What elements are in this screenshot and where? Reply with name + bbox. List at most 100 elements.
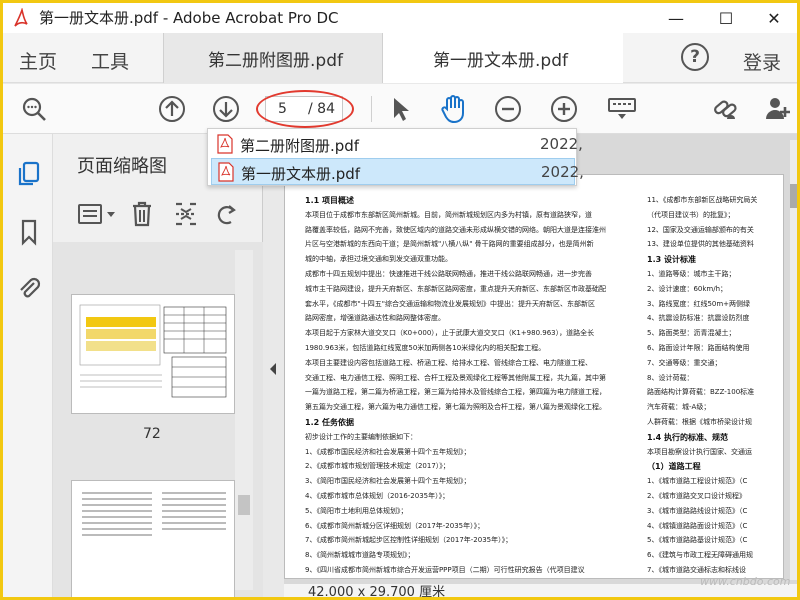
document-heading: 1.4 执行的标准、规范 <box>647 432 728 442</box>
page-thumbnail-preview <box>79 304 227 398</box>
help-icon[interactable]: ? <box>681 43 709 71</box>
document-text-line: 6、《建筑与市政工程无障碍通用规 <box>647 551 753 560</box>
document-text-line: 本项目位于成都市东部新区简州新城。目前，简州新城规划区内多为村镇，原有道路狭窄，… <box>305 210 592 219</box>
hand-icon[interactable] <box>439 94 469 124</box>
document-text-line: 1、道路等级：城市主干路； <box>647 270 736 278</box>
minimize-button[interactable]: — <box>653 3 699 33</box>
dropdown-item-text[interactable]: 第一册文本册.pdf 2022, <box>211 158 584 185</box>
document-text-line: 5、路面类型：沥青混凝土； <box>647 329 736 338</box>
document-text-line: 9、《四川省成都市简州新城市综合开发运营PPP项目（二期）可行性研究报告（代项目… <box>305 566 585 574</box>
collapse-panel-icon[interactable] <box>268 362 280 376</box>
zoom-in-icon[interactable] <box>549 94 579 124</box>
document-heading: （1）道路工程 <box>647 462 701 472</box>
dropdown-item-date: 2022, <box>540 135 583 153</box>
watermark-text: www.cnbdo.com <box>700 575 791 588</box>
tab-bar: 主页 工具 第二册附图册.pdf 第一册文本册.pdf ? 登录 <box>3 33 797 83</box>
document-text-line: 路覆盖率较低，路网不完善，致使区域内的道路交通未形成纵横交错的网络。朝阳大道是连… <box>305 225 606 234</box>
thumbnail-scrollbar-thumb[interactable] <box>238 495 250 515</box>
left-navigation-rail <box>3 134 53 597</box>
page-down-icon[interactable] <box>211 94 241 124</box>
link-icon[interactable] <box>711 94 741 124</box>
toolbar: 5 / 84 <box>3 84 797 134</box>
bookmark-icon[interactable] <box>15 218 43 246</box>
thumbnail-page-number: 72 <box>143 426 161 442</box>
thumbnail-options-icon[interactable] <box>77 202 121 230</box>
dropdown-item-atlas[interactable]: 第二册附图册.pdf 2022, <box>211 131 583 158</box>
page-thumbnail-preview <box>82 492 226 536</box>
document-text-line: 4、抗震设防标准：抗震设防烈度 <box>647 314 750 323</box>
extract-page-icon[interactable] <box>173 200 199 232</box>
page-thumbnail[interactable] <box>71 480 235 597</box>
document-text-line: 12、国家及交通运输部颁布的有关 <box>647 225 754 234</box>
document-text-line: 7、《城市道路交通标志和标线设 <box>647 566 746 574</box>
annotation-circle <box>256 90 354 128</box>
document-page: 1.1 项目概述 本项目位于成都市东部新区简州新城。目前，简州新城规划区内多为村镇… <box>284 174 784 579</box>
document-text-line: 5、《城市道路路基设计规范》（C <box>647 536 748 545</box>
zoom-icon[interactable] <box>19 94 49 124</box>
tab-label: 第二册附图册.pdf <box>208 50 343 71</box>
document-text-line: 路面结构计算荷载：BZZ-100标准 <box>647 388 755 397</box>
document-text-line: 城的中轴，承担过境交通和到发交通双重功能。 <box>305 255 452 264</box>
document-text-line: 1、《城市道路工程设计规范》（C <box>647 477 748 486</box>
document-text-line: 本项目起于方家林大道交叉口（K0+000），止于武康大道交叉口（K1+980.9… <box>305 329 595 338</box>
document-text-line: 路网密度，增强道路通达性和路网整体密度。 <box>305 314 445 323</box>
document-text-line: 11、《成都市东部新区战略研究局关 <box>647 196 758 204</box>
acrobat-app-icon <box>13 7 29 28</box>
document-text-line: 8、设计荷载： <box>647 373 694 382</box>
document-text-line: 13、建设单位提供的其他基础资料 <box>647 240 754 249</box>
toolbar-divider <box>371 96 372 122</box>
document-text-line: 4、《城镇道路路面设计规范》（C <box>647 521 748 530</box>
page-up-icon[interactable] <box>157 94 187 124</box>
page-thumbnail[interactable] <box>71 294 235 414</box>
document-text-line: 3、《简阳市国民经济和社会发展第十四个五年规划》； <box>305 477 471 486</box>
document-text-line: 2、《城市道路交叉口设计规程》 <box>647 492 746 500</box>
document-text-line: 2、设计速度：60km/h； <box>647 284 728 293</box>
rotate-page-icon[interactable] <box>213 200 239 232</box>
zoom-out-icon[interactable] <box>493 94 523 124</box>
login-button[interactable]: 登录 <box>743 48 781 75</box>
document-scrollbar-thumb[interactable] <box>790 184 797 208</box>
document-text-line: 本项目主要建设内容包括道路工程、桥涵工程、给排水工程、管线综合工程、电力隧道工程… <box>305 358 592 367</box>
document-text-line: 人群荷载：根据《城市桥梁设计规 <box>647 418 752 426</box>
tab-tools[interactable]: 工具 <box>91 47 129 74</box>
close-button[interactable]: ✕ <box>751 3 797 33</box>
add-user-icon[interactable] <box>763 94 793 124</box>
document-text-line: 城市主干路网建设，提升天府新区、东部新区路网密度，重点提升天府新区、东部新区市政… <box>305 284 606 293</box>
document-text-line: 3、《城市道路路线设计规范》（C <box>647 506 748 515</box>
document-text-line: 1、《成都市国民经济和社会发展第十四个五年规划》； <box>305 447 471 456</box>
keyboard-icon[interactable] <box>607 94 637 124</box>
thumbnail-tools <box>73 196 263 232</box>
page-thumbnails-icon[interactable] <box>15 160 43 188</box>
attachment-icon[interactable] <box>15 274 43 302</box>
document-text-line: 4、《成都市城市总体规划（2016-2035年）》； <box>305 492 450 500</box>
pdf-file-icon <box>217 134 233 154</box>
tab-document-atlas[interactable]: 第二册附图册.pdf <box>163 33 383 83</box>
tab-document-text[interactable]: 第一册文本册.pdf <box>383 33 623 83</box>
document-text-line: 3、路线宽度：红线50m+两侧绿 <box>647 299 751 308</box>
document-text-line: 2、《成都市城市规划管理技术规定（2017）》； <box>305 462 450 471</box>
dropdown-item-name: 第二册附图册.pdf <box>240 137 360 155</box>
document-text-line: 成都市十四五规划中提出：快速推进干线公路联网畅通，推进干线公路联网畅通，进一步完… <box>305 270 592 278</box>
document-scrollbar[interactable] <box>790 140 797 580</box>
pdf-file-icon <box>218 162 234 182</box>
document-text-line: 套水平，《成都市"十四五"综合交通运输和物流业发展规划》中提出：提升天府新区、东… <box>305 299 595 308</box>
document-text-line: 一篇为道路工程，第二篇为桥涵工程，第三篇为给排水及管线综合工程，第四篇为电力隧道… <box>305 388 606 397</box>
maximize-button[interactable]: ☐ <box>703 3 749 33</box>
document-text-line: 1980.963米，包括道路红线宽度50米加两侧各10米绿化内的相关配套工程。 <box>305 344 546 352</box>
document-text-line: 交通工程、电力通信工程、照明工程、合杆工程及景观绿化工程等其他附属工程，共九篇，… <box>305 373 606 382</box>
tab-home[interactable]: 主页 <box>19 47 57 74</box>
document-text-line: 7、《成都市简州新城起步区控制性详细规划（2017年-2035年）》； <box>305 536 513 545</box>
open-documents-dropdown: 第二册附图册.pdf 2022, 第一册文本册.pdf 2022, <box>207 128 584 186</box>
document-text-line: （代项目建议书）的批复》； <box>647 210 735 219</box>
document-text-line: 汽车荷载：城-A级； <box>647 403 711 412</box>
delete-page-icon[interactable] <box>129 200 155 232</box>
dropdown-item-date: 2022, <box>541 163 584 181</box>
page-size-label: 42.000 x 29.700 厘米 <box>308 585 446 597</box>
document-text-line: 7、交通等级：重交通； <box>647 358 722 367</box>
document-text-line: 初步设计工作的主要编制依据如下： <box>305 432 417 441</box>
select-arrow-icon[interactable] <box>385 94 415 124</box>
thumbnail-panel: 页面缩略图 72 <box>53 134 263 597</box>
window-title: 第一册文本册.pdf - Adobe Acrobat Pro DC <box>39 9 339 27</box>
thumbnail-scrollbar[interactable] <box>235 250 253 590</box>
title-bar: 第一册文本册.pdf - Adobe Acrobat Pro DC — ☐ ✕ <box>3 3 797 33</box>
